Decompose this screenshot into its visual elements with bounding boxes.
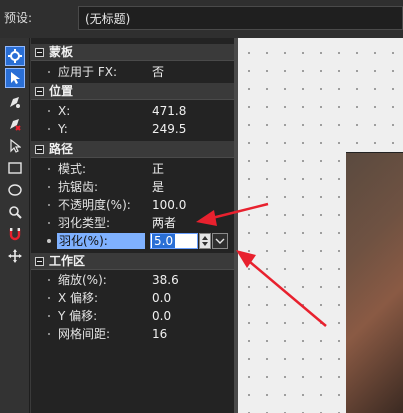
y-value[interactable]: 249.5 — [152, 120, 186, 138]
bullet-icon — [48, 222, 50, 224]
path-mode-row[interactable]: 模式: 正 — [31, 160, 235, 178]
feather-type-label: 羽化类型: — [58, 216, 111, 230]
workspace-zoom-row[interactable]: 缩放(%): 38.6 — [31, 271, 235, 289]
pan-icon[interactable] — [5, 246, 25, 266]
zoom-label: 缩放(%): — [58, 273, 107, 287]
canvas-area[interactable] — [234, 38, 403, 413]
antialias-value[interactable]: 是 — [152, 178, 164, 196]
bullet-icon — [48, 128, 50, 130]
feather-input[interactable]: 5.0 — [150, 233, 198, 249]
preset-bar: 预设: (无标题) — [0, 0, 403, 38]
grid-value[interactable]: 16 — [152, 325, 167, 343]
section-position[interactable]: 位置 — [31, 83, 235, 100]
properties-panel: 蒙板 应用于 FX: 否 位置 X: 471.8 Y: 249.5 路径 模式:… — [30, 38, 235, 413]
magnet-icon[interactable] — [5, 224, 25, 244]
collapse-icon[interactable] — [35, 87, 44, 96]
zoom-value[interactable]: 38.6 — [152, 271, 179, 289]
feather-spinner[interactable] — [199, 233, 211, 249]
ellipse-icon[interactable] — [5, 180, 25, 200]
section-workspace[interactable]: 工作区 — [31, 253, 235, 270]
section-path-title: 路径 — [49, 142, 74, 156]
x-value[interactable]: 471.8 — [152, 102, 186, 120]
apply-fx-value[interactable]: 否 — [152, 63, 164, 81]
position-y-row[interactable]: Y: 249.5 — [31, 120, 235, 138]
direct-select-icon[interactable] — [5, 136, 25, 156]
pen-remove-icon[interactable] — [5, 114, 25, 134]
mode-value[interactable]: 正 — [152, 160, 164, 178]
bullet-icon — [48, 297, 50, 299]
gear-icon[interactable] — [5, 46, 25, 66]
y-label: Y: — [58, 122, 68, 136]
pen-select-icon[interactable] — [5, 92, 25, 112]
position-x-row[interactable]: X: 471.8 — [31, 102, 235, 120]
tool-palette — [0, 38, 30, 413]
yoffset-value[interactable]: 0.0 — [152, 307, 171, 325]
grid-canvas[interactable] — [234, 38, 403, 413]
path-opacity-row[interactable]: 不透明度(%): 100.0 — [31, 196, 235, 214]
section-mask[interactable]: 蒙板 — [31, 44, 235, 61]
workspace-xoffset-row[interactable]: X 偏移: 0.0 — [31, 289, 235, 307]
image-edge — [346, 152, 403, 153]
section-workspace-title: 工作区 — [49, 254, 86, 268]
path-feather-type-row[interactable]: 羽化类型: 两者 — [31, 214, 235, 232]
section-position-title: 位置 — [49, 84, 74, 98]
rectangle-icon[interactable] — [5, 158, 25, 178]
bullet-icon — [48, 168, 50, 170]
collapse-icon[interactable] — [35, 257, 44, 266]
preset-label: 预设: — [4, 11, 33, 25]
canvas-ruler — [234, 38, 238, 413]
bullet-icon — [47, 239, 51, 243]
bullet-icon — [48, 186, 50, 188]
workspace-grid-row[interactable]: 网格间距: 16 — [31, 325, 235, 343]
bullet-icon — [48, 110, 50, 112]
mode-label: 模式: — [58, 162, 87, 176]
workspace-yoffset-row[interactable]: Y 偏移: 0.0 — [31, 307, 235, 325]
path-antialias-row[interactable]: 抗锯齿: 是 — [31, 178, 235, 196]
section-path[interactable]: 路径 — [31, 141, 235, 158]
bullet-icon — [48, 279, 50, 281]
chevron-down-icon — [215, 238, 225, 244]
bullet-icon — [48, 315, 50, 317]
section-mask-title: 蒙板 — [49, 45, 74, 59]
preset-dropdown[interactable]: (无标题) — [78, 6, 403, 30]
feather-label: 羽化(%): — [57, 233, 145, 249]
opacity-value[interactable]: 100.0 — [152, 196, 186, 214]
mask-apply-fx-row[interactable]: 应用于 FX: 否 — [31, 63, 235, 81]
xoffset-label: X 偏移: — [58, 291, 99, 305]
apply-fx-label: 应用于 FX: — [58, 65, 117, 79]
bullet-icon — [48, 204, 50, 206]
collapse-icon[interactable] — [35, 145, 44, 154]
feather-input-value[interactable]: 5.0 — [152, 234, 176, 248]
zoom-icon[interactable] — [5, 202, 25, 222]
opacity-label: 不透明度(%): — [58, 198, 131, 212]
antialias-label: 抗锯齿: — [58, 180, 99, 194]
path-feather-row[interactable]: 羽化(%): 5.0 — [31, 232, 235, 250]
x-label: X: — [58, 104, 71, 118]
feather-type-value[interactable]: 两者 — [152, 214, 176, 232]
pointer-icon[interactable] — [5, 68, 25, 88]
xoffset-value[interactable]: 0.0 — [152, 289, 171, 307]
bullet-icon — [48, 333, 50, 335]
yoffset-label: Y 偏移: — [58, 309, 98, 323]
collapse-icon[interactable] — [35, 48, 44, 57]
feather-dropdown-button[interactable] — [212, 233, 228, 249]
bullet-icon — [48, 71, 50, 73]
image-layer[interactable] — [346, 152, 403, 413]
grid-label: 网格间距: — [58, 327, 111, 341]
